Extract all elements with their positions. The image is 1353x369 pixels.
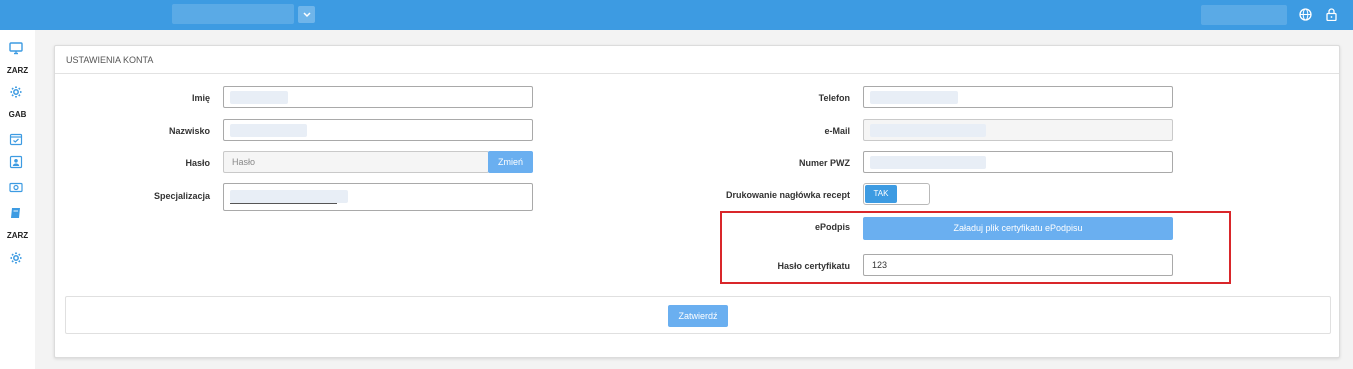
book-icon[interactable] [9, 206, 23, 220]
imie-label: Imię [191, 93, 210, 103]
haslo-field[interactable] [223, 151, 489, 173]
sidebar: ZARZ GAB ZARZ [0, 30, 35, 369]
context-selector[interactable] [172, 4, 294, 24]
pwz-label: Numer PWZ [798, 158, 850, 168]
contact-card-icon[interactable] [9, 155, 23, 169]
telefon-field[interactable] [863, 86, 1173, 108]
gear-icon[interactable] [9, 85, 23, 99]
gear-icon[interactable] [9, 251, 23, 265]
haslo-label: Hasło [185, 158, 210, 168]
sidebar-section-label: ZARZ [6, 66, 29, 75]
email-label: e-Mail [824, 126, 850, 136]
email-field [863, 119, 1173, 141]
imie-field[interactable] [223, 86, 533, 108]
sidebar-section-label: ZARZ [6, 231, 29, 240]
form-footer: Zatwierdź [65, 296, 1331, 334]
zmien-button[interactable]: Zmień [488, 151, 533, 173]
nazwisko-field[interactable] [223, 119, 533, 141]
submit-button[interactable]: Zatwierdź [668, 305, 728, 327]
naglowek-label: Drukowanie nagłówka recept [725, 190, 850, 200]
monitor-icon[interactable] [9, 41, 23, 55]
lock-icon[interactable] [1326, 8, 1337, 22]
toggle-on-label: TAK [865, 185, 897, 203]
haslo-cert-field[interactable] [863, 254, 1173, 276]
chevron-down-icon[interactable] [298, 6, 315, 23]
account-settings-panel: USTAWIENIA KONTA Imię Nazwisko Hasło Zmi… [54, 45, 1340, 358]
top-bar [0, 0, 1353, 30]
user-menu[interactable] [1201, 5, 1287, 25]
haslo-cert-input[interactable] [872, 255, 1172, 275]
upload-certificate-button[interactable]: Załaduj plik certyfikatu ePodpisu [863, 217, 1173, 240]
sidebar-section-label: GAB [8, 110, 27, 119]
calendar-check-icon[interactable] [9, 132, 23, 146]
pwz-field[interactable] [863, 151, 1173, 173]
epodpis-label: ePodpis [814, 222, 850, 232]
haslo-input[interactable] [232, 152, 488, 172]
specjalizacja-field[interactable] [223, 183, 533, 211]
camera-icon[interactable] [9, 180, 23, 194]
panel-title: USTAWIENIA KONTA [55, 46, 1339, 74]
telefon-label: Telefon [818, 93, 850, 103]
naglowek-toggle[interactable]: TAK [863, 183, 930, 205]
specjalizacja-label: Specjalizacja [153, 191, 210, 201]
haslo-cert-label: Hasło certyfikatu [777, 261, 850, 271]
nazwisko-label: Nazwisko [168, 126, 210, 136]
globe-icon[interactable] [1299, 8, 1312, 21]
